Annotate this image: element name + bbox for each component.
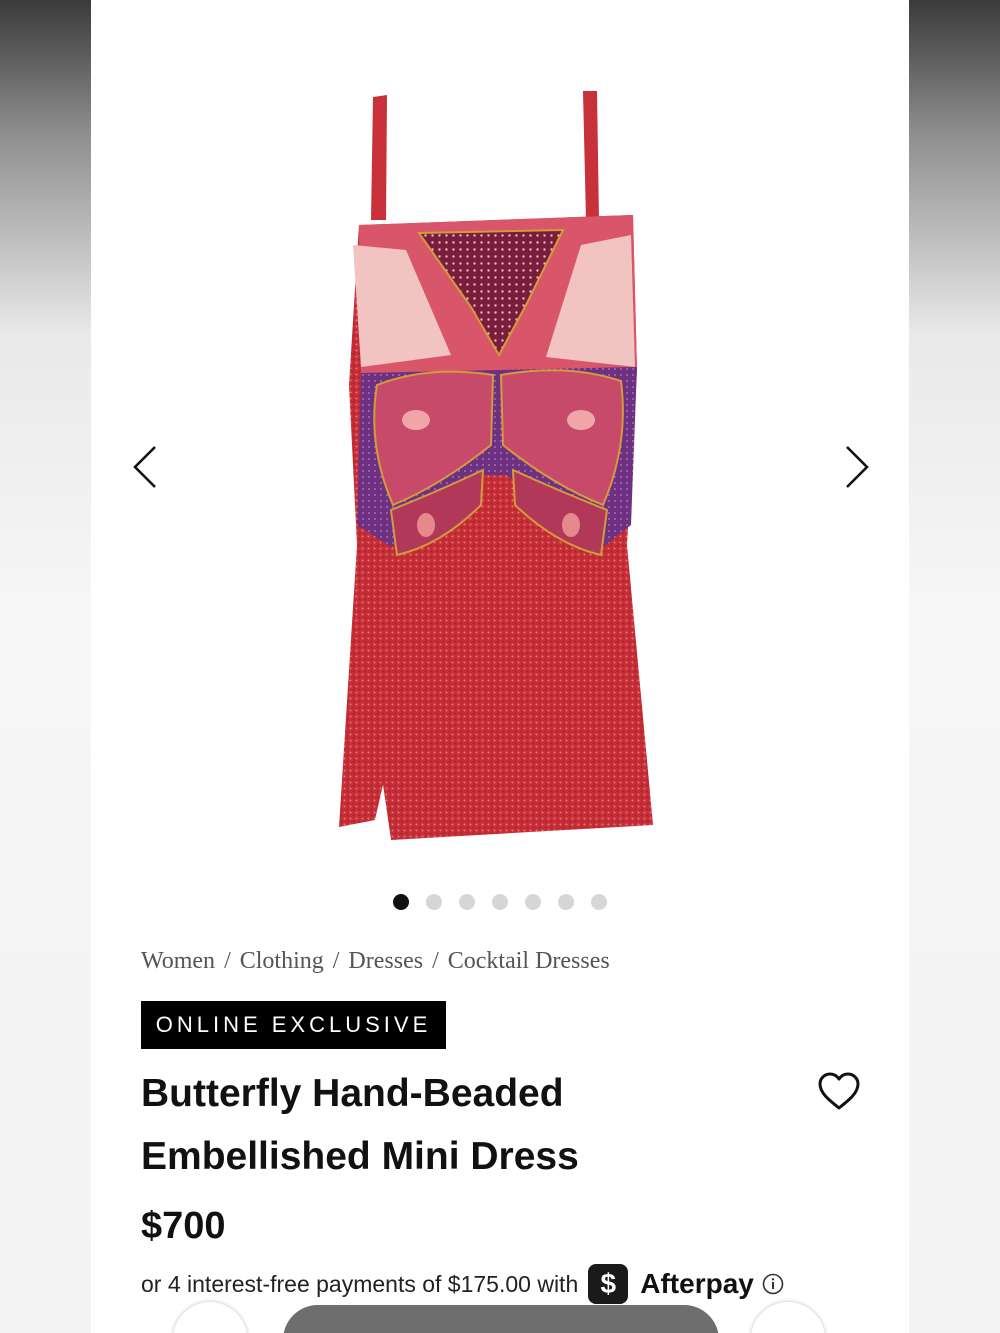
wishlist-button[interactable] [815, 1068, 863, 1116]
afterpay-name: Afterpay [640, 1268, 754, 1299]
product-title-line2: Embellished Mini Dress [141, 1135, 579, 1178]
chevron-left-icon [133, 446, 156, 488]
carousel-next-button[interactable] [837, 437, 877, 497]
product-title: Butterfly Hand-Beaded Embellished Mini D… [141, 1062, 741, 1188]
product-price: $700 [141, 1205, 226, 1247]
heart-outline-icon [818, 1072, 860, 1110]
carousel-dot[interactable] [426, 894, 442, 910]
carousel-dot[interactable] [459, 894, 475, 910]
online-exclusive-badge: ONLINE EXCLUSIVE [141, 1001, 446, 1049]
installment-text: or 4 interest-free payments of $175.00 w… [141, 1270, 579, 1297]
breadcrumb-separator: / [432, 948, 439, 974]
right-backdrop [909, 0, 1000, 1333]
carousel-dot[interactable] [492, 894, 508, 910]
breadcrumb-cocktail-dresses[interactable]: Cocktail Dresses [448, 948, 610, 974]
add-to-bag-button[interactable] [283, 1305, 719, 1333]
bottom-action-left[interactable] [173, 1302, 247, 1333]
carousel-dot[interactable] [393, 894, 409, 910]
left-backdrop [0, 0, 91, 1333]
product-title-line1: Butterfly Hand-Beaded [141, 1072, 564, 1115]
info-icon[interactable] [762, 1273, 784, 1295]
carousel-pagination [91, 894, 909, 912]
installment-info: or 4 interest-free payments of $175.00 w… [141, 1262, 784, 1306]
product-page: Women / Clothing / Dresses / Cocktail Dresses … [91, 0, 909, 1333]
bottom-action-right[interactable] [751, 1302, 825, 1333]
afterpay-logo-icon: $ [588, 1264, 629, 1304]
breadcrumb: Women / Clothing / Dresses / Cocktail Dresses [141, 948, 610, 975]
carousel-prev-button[interactable] [125, 437, 165, 497]
product-image [339, 91, 653, 840]
carousel-dot[interactable] [591, 894, 607, 910]
breadcrumb-separator: / [224, 948, 231, 974]
breadcrumb-dresses[interactable]: Dresses [348, 948, 423, 974]
breadcrumb-clothing[interactable]: Clothing [240, 948, 324, 974]
carousel-dot[interactable] [525, 894, 541, 910]
breadcrumb-women[interactable]: Women [141, 948, 215, 974]
breadcrumb-separator: / [332, 948, 340, 974]
chevron-right-icon [846, 446, 869, 488]
carousel-dot[interactable] [558, 894, 574, 910]
